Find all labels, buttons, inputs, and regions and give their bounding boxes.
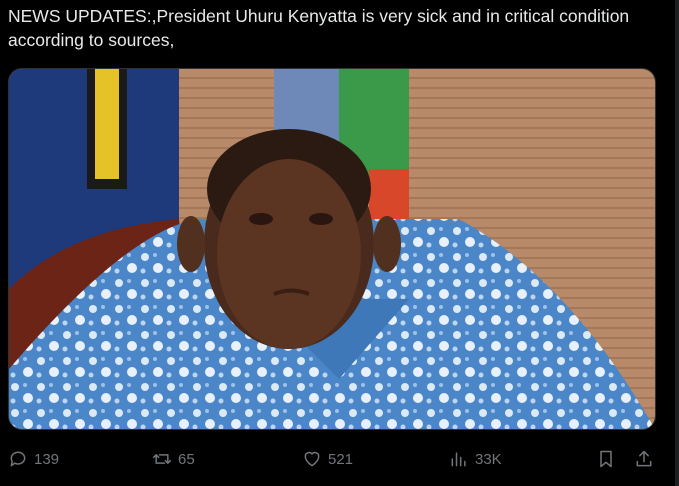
- repost-count: 65: [178, 450, 195, 468]
- heart-icon: [302, 449, 322, 469]
- views-button[interactable]: 33K: [449, 440, 502, 478]
- scroll-edge: [675, 0, 679, 486]
- repost-button[interactable]: 65: [152, 440, 195, 478]
- reply-count: 139: [34, 450, 60, 468]
- bookmark-button[interactable]: [596, 440, 616, 478]
- like-button[interactable]: 521: [302, 440, 353, 478]
- like-count: 521: [328, 450, 354, 468]
- action-bar: 139 65 521 33K: [0, 440, 679, 478]
- share-icon: [634, 449, 654, 469]
- views-icon: [449, 449, 469, 469]
- repost-icon: [152, 449, 172, 469]
- reply-icon: [8, 449, 28, 469]
- bookmark-icon: [596, 449, 616, 469]
- post-image[interactable]: [8, 68, 656, 430]
- post-text: NEWS UPDATES:,President Uhuru Kenyatta i…: [8, 6, 635, 50]
- view-count: 33K: [475, 450, 502, 468]
- share-button[interactable]: [634, 440, 654, 478]
- reply-button[interactable]: 139: [8, 440, 59, 478]
